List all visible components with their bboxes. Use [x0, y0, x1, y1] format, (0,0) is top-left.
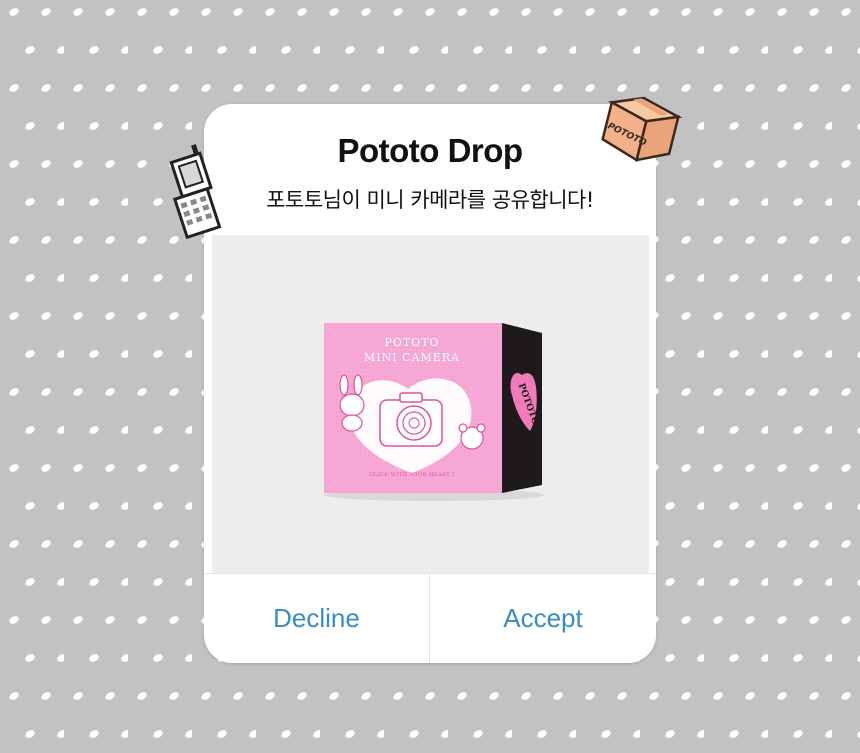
product-image: POTOTO POTOTO MINI CAMERA CLICK WITH YOU…	[212, 235, 649, 573]
share-dialog: Pototo Drop 포토토님이 미니 카메라를 공유합니다! POTOTO	[204, 104, 656, 663]
box-brand-line2: MINI CAMERA	[364, 351, 460, 364]
flip-phone-icon	[169, 144, 222, 240]
dialog-subtitle: 포토토님이 미니 카메라를 공유합니다!	[266, 188, 594, 212]
accept-button[interactable]: Accept	[430, 574, 656, 663]
box-brand-line1: POTOTO	[384, 336, 439, 349]
cardboard-box-icon: POTOTO	[601, 96, 683, 163]
decline-button[interactable]: Decline	[204, 574, 429, 663]
dialog-title: Pototo Drop	[337, 132, 523, 169]
box-tagline: CLICK WITH YOUR HEART !	[369, 472, 454, 478]
